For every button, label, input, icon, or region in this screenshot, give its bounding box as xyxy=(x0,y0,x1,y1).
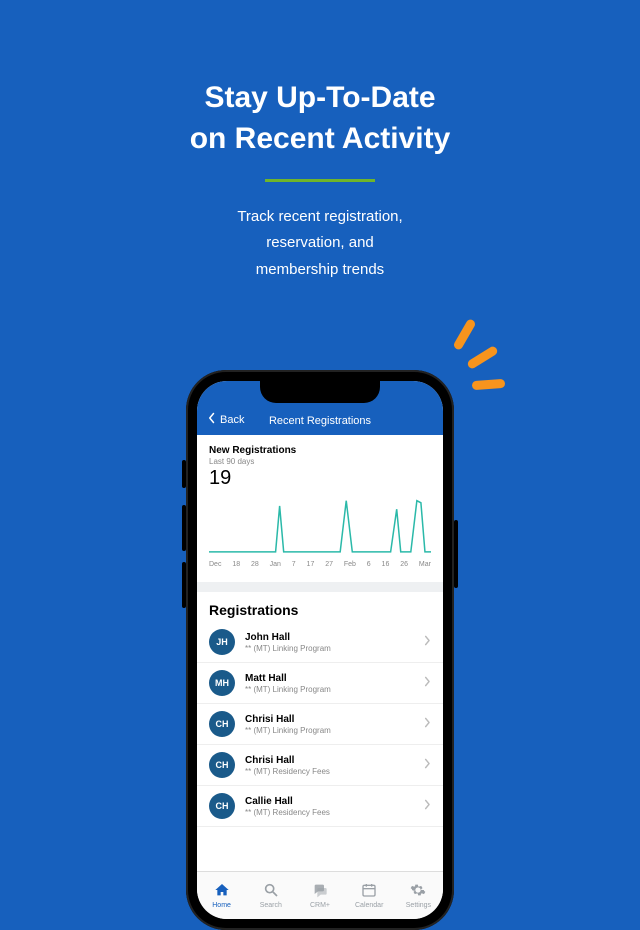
hero-title: Stay Up-To-Date on Recent Activity xyxy=(0,78,640,159)
chart-x-axis: Dec 18 28 Jan 7 17 27 Feb 6 16 26 Mar xyxy=(209,559,431,576)
home-icon xyxy=(214,882,230,900)
chart-tick: Feb xyxy=(344,561,356,568)
avatar: CH xyxy=(209,711,235,737)
tab-label: Home xyxy=(212,902,231,909)
back-button[interactable]: Back xyxy=(207,412,244,427)
phone-mockup: Back Recent Registrations New Registrati… xyxy=(186,370,454,930)
avatar: CH xyxy=(209,793,235,819)
tab-label: CRM+ xyxy=(310,902,330,909)
chart-tick: 17 xyxy=(307,561,315,568)
chart-tick: 16 xyxy=(382,561,390,568)
chart-tick: 18 xyxy=(232,561,240,568)
list-item-program: ** (MT) Residency Fees xyxy=(245,767,413,776)
list-item-text: John Hall** (MT) Linking Program xyxy=(245,632,413,653)
section-gap xyxy=(197,582,443,592)
avatar: CH xyxy=(209,752,235,778)
back-label: Back xyxy=(220,414,244,426)
list-item-name: Chrisi Hall xyxy=(245,714,413,725)
chart-value: 19 xyxy=(209,467,431,490)
phone-notch xyxy=(260,381,380,403)
chevron-right-icon xyxy=(423,756,431,774)
list-item[interactable]: JH John Hall** (MT) Linking Program xyxy=(197,622,443,663)
chevron-left-icon xyxy=(207,412,217,427)
sparkline-chart xyxy=(209,490,431,554)
chart-tick: 7 xyxy=(292,561,296,568)
chart-card: New Registrations Last 90 days 19 Dec 18 2… xyxy=(197,435,443,582)
tab-label: Settings xyxy=(406,902,431,909)
list-item-name: John Hall xyxy=(245,632,413,643)
tab-calendar[interactable]: Calendar xyxy=(345,872,394,919)
hero-sub3: membership trends xyxy=(256,261,384,278)
hero-title-line1: Stay Up-To-Date xyxy=(204,81,435,114)
list-item-program: ** (MT) Residency Fees xyxy=(245,808,413,817)
tab-settings[interactable]: Settings xyxy=(394,872,443,919)
list-item-name: Callie Hall xyxy=(245,796,413,807)
hero-subtitle: Track recent registration, reservation, … xyxy=(0,204,640,283)
search-icon xyxy=(263,882,279,900)
chart-tick: Mar xyxy=(419,561,431,568)
tab-crm+[interactable]: CRM+ xyxy=(295,872,344,919)
list-item-text: Chrisi Hall** (MT) Linking Program xyxy=(245,714,413,735)
calendar-icon xyxy=(361,882,377,900)
hero-sub2: reservation, and xyxy=(266,234,374,251)
chart-tick: 27 xyxy=(325,561,333,568)
list-item[interactable]: MH Matt Hall** (MT) Linking Program xyxy=(197,663,443,704)
chevron-right-icon xyxy=(423,633,431,651)
tab-search[interactable]: Search xyxy=(246,872,295,919)
hero-section: Stay Up-To-Date on Recent Activity Track… xyxy=(0,0,640,283)
chevron-right-icon xyxy=(423,715,431,733)
chart-tick: Dec xyxy=(209,561,221,568)
hero-divider xyxy=(265,179,375,182)
list-item-text: Callie Hall** (MT) Residency Fees xyxy=(245,796,413,817)
chart-tick: Jan xyxy=(270,561,281,568)
chart-tick: 6 xyxy=(367,561,371,568)
section-title: Registrations xyxy=(197,592,443,622)
avatar: MH xyxy=(209,670,235,696)
tab-label: Calendar xyxy=(355,902,383,909)
list-item-text: Matt Hall** (MT) Linking Program xyxy=(245,673,413,694)
list-item[interactable]: CH Chrisi Hall** (MT) Residency Fees xyxy=(197,745,443,786)
chart-tick: 28 xyxy=(251,561,259,568)
chat-icon xyxy=(312,882,328,900)
chart-tick: 26 xyxy=(400,561,408,568)
registration-list: JHJohn Hall** (MT) Linking ProgramMHMatt… xyxy=(197,622,443,827)
list-item[interactable]: CH Chrisi Hall** (MT) Linking Program xyxy=(197,704,443,745)
list-item-program: ** (MT) Linking Program xyxy=(245,644,413,653)
tab-bar: Home Search CRM+ Calendar Settings xyxy=(197,871,443,919)
phone-side-button xyxy=(454,520,458,588)
tab-home[interactable]: Home xyxy=(197,872,246,919)
gear-icon xyxy=(410,882,426,900)
avatar: JH xyxy=(209,629,235,655)
list-item-name: Chrisi Hall xyxy=(245,755,413,766)
chart-title: New Registrations xyxy=(209,445,431,456)
chart-subtitle: Last 90 days xyxy=(209,457,431,466)
list-item-program: ** (MT) Linking Program xyxy=(245,726,413,735)
app-content: New Registrations Last 90 days 19 Dec 18 2… xyxy=(197,435,443,871)
chevron-right-icon xyxy=(423,674,431,692)
app-screen: Back Recent Registrations New Registrati… xyxy=(197,381,443,919)
hero-sub1: Track recent registration, xyxy=(237,208,402,225)
list-item-name: Matt Hall xyxy=(245,673,413,684)
hero-title-line2: on Recent Activity xyxy=(190,122,451,155)
list-item[interactable]: CH Callie Hall** (MT) Residency Fees xyxy=(197,786,443,827)
chevron-right-icon xyxy=(423,797,431,815)
tab-label: Search xyxy=(260,902,282,909)
list-item-text: Chrisi Hall** (MT) Residency Fees xyxy=(245,755,413,776)
list-item-program: ** (MT) Linking Program xyxy=(245,685,413,694)
